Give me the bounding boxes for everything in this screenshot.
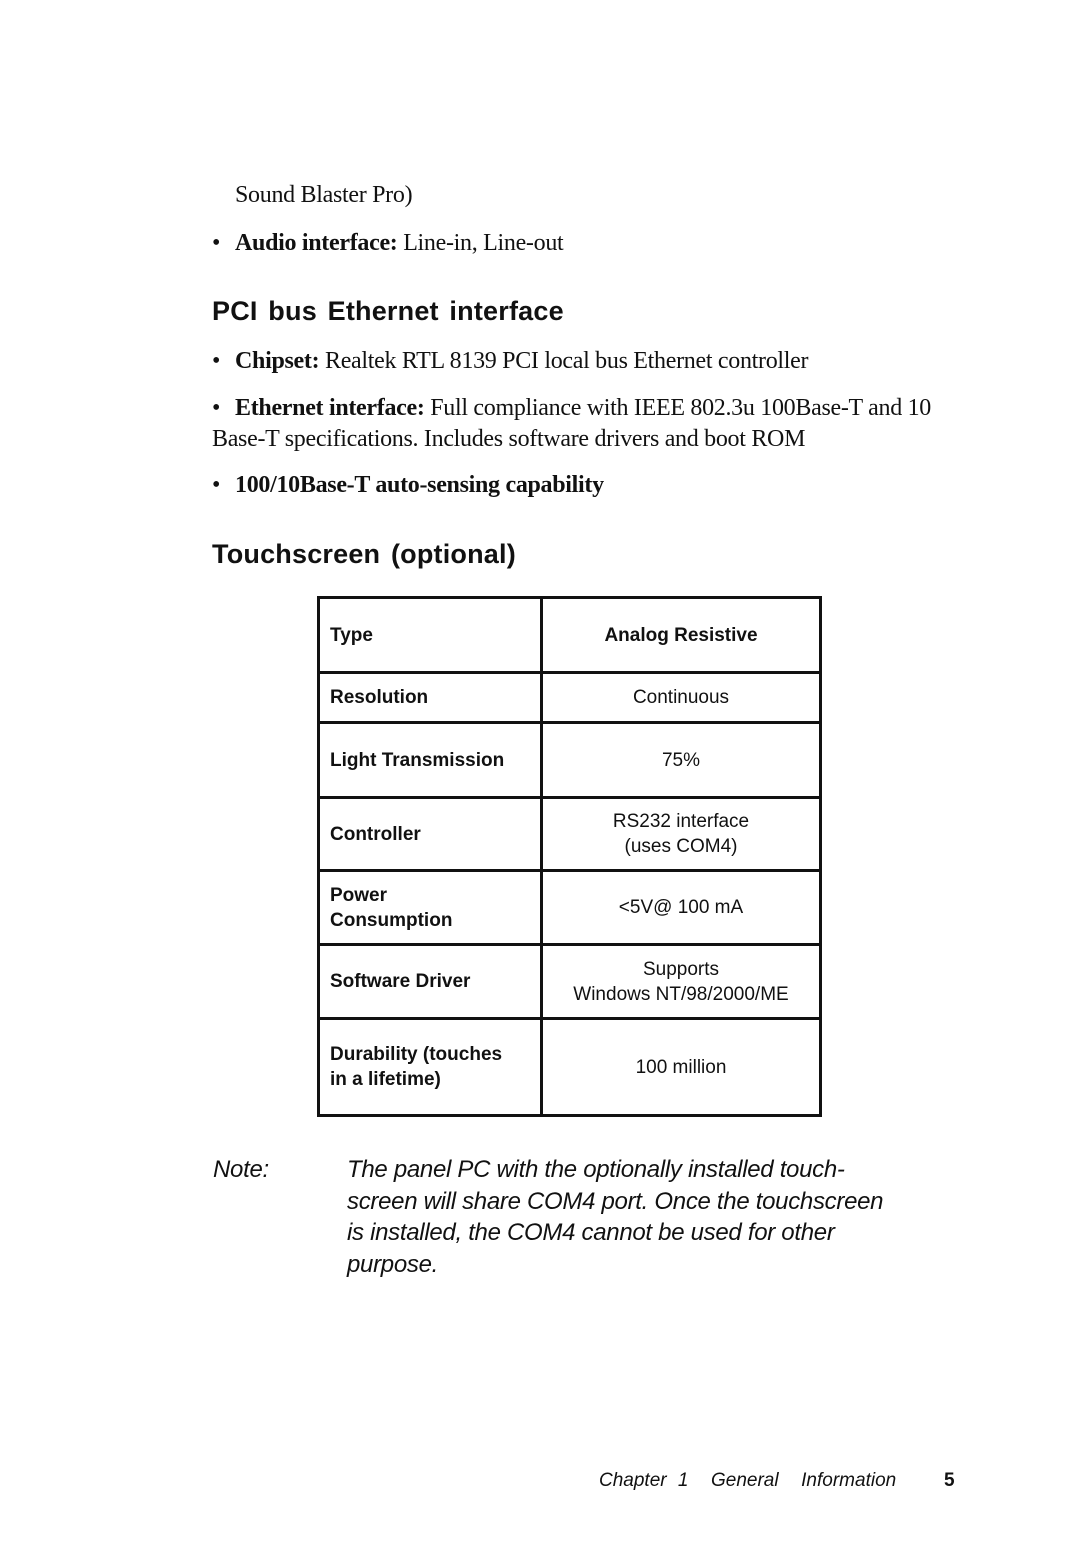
label-line: Power [330,884,388,906]
note-line: purpose. [347,1250,438,1278]
row-label-software-driver: Software Driver [317,943,543,1020]
bullet-label: 100/10Base-T auto-sensing capability [235,472,604,498]
row-value-power-consumption: <5V@ 100 mA [540,869,822,946]
row-value-type: Analog Resistive [540,596,822,674]
continuation-text: Sound Blaster Pro) [235,182,413,208]
bullet-chipset: • Chipset: Realtek RTL 8139 PCI local bu… [212,346,972,377]
footer-chapter-title: Chapter 1 General Information [599,1470,897,1491]
table-row: Type Analog Resistive [317,596,822,674]
note-text: The panel PC with the optionally install… [347,1154,957,1280]
table-row: Software Driver Supports Windows NT/98/2… [317,943,822,1020]
bullet-text: Realtek RTL 8139 PCI local bus Ethernet … [319,348,809,374]
row-value-resolution: Continuous [540,671,822,724]
bullet-auto-sensing: • 100/10Base-T auto-sensing capability [212,470,972,501]
table-row: Power Consumption <5V@ 100 mA [317,869,822,946]
label-line: in a lifetime) [330,1069,441,1090]
table-row: Controller RS232 interface (uses COM4) [317,796,822,872]
row-label-controller: Controller [317,796,543,872]
bullet-icon: • [212,472,221,498]
row-label-power-consumption: Power Consumption [317,869,543,946]
table-row: Resolution Continuous [317,671,822,724]
value-line: Supports [642,958,720,980]
row-value-controller: RS232 interface (uses COM4) [540,796,822,872]
table-row: Light Transmission 75% [317,721,822,799]
row-label-type: Type [317,596,543,674]
table-row: Durability (touches in a lifetime) 100 m… [317,1017,822,1117]
bullet-label: Chipset: [235,348,320,374]
note-line: screen will share COM4 port. Once the to… [347,1187,884,1215]
bullet-icon: • [212,348,221,374]
value-line: Windows NT/98/2000/ME [573,983,789,1005]
row-value-light-transmission: 75% [540,721,822,799]
page-number: 5 [944,1470,955,1491]
label-line: Durability (touches [330,1044,503,1065]
section-heading-touchscreen: Touchscreen (optional) [212,539,516,569]
bullet-label: Audio interface: [235,230,398,256]
note-line: is installed, the COM4 cannot be used fo… [347,1219,835,1246]
row-value-durability: 100 million [540,1017,822,1117]
section-heading-ethernet: PCI bus Ethernet interface [212,296,564,326]
bullet-icon: • [212,230,221,256]
row-label-durability: Durability (touches in a lifetime) [317,1017,543,1117]
touchscreen-spec-table: Type Analog Resistive Resolution Continu… [317,596,822,1117]
row-value-software-driver: Supports Windows NT/98/2000/ME [540,943,822,1020]
note-label: Note: [213,1156,269,1183]
row-label-resolution: Resolution [317,671,543,724]
row-label-light-transmission: Light Transmission [317,721,543,799]
note-line: The panel PC with the optionally install… [347,1156,845,1183]
bullet-ethernet-interface: • Ethernet interface: Full compliance wi… [212,393,957,455]
value-line: RS232 interface [612,811,750,832]
value-line: (uses COM4) [624,836,738,857]
bullet-icon: • [212,395,221,421]
label-line: Consumption [330,909,453,931]
bullet-text: Line-in, Line-out [397,230,564,256]
bullet-label: Ethernet interface: [235,395,425,421]
bullet-audio-interface: • Audio interface: Line-in, Line-out [212,228,972,259]
